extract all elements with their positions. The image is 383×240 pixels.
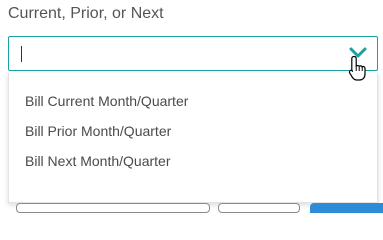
footer-button-primary[interactable]	[310, 203, 383, 213]
footer-button-tertiary[interactable]	[218, 203, 300, 213]
footer-button-secondary[interactable]	[16, 203, 210, 213]
option-bill-prior[interactable]: Bill Prior Month/Quarter	[25, 123, 171, 139]
field-label: Current, Prior, or Next	[8, 5, 164, 22]
text-caret	[21, 46, 22, 62]
hand-cursor-icon	[348, 55, 366, 81]
option-bill-next[interactable]: Bill Next Month/Quarter	[25, 153, 171, 169]
option-bill-current[interactable]: Bill Current Month/Quarter	[25, 93, 188, 109]
billing-period-select[interactable]	[8, 36, 378, 71]
dropdown-list: Bill Current Month/Quarter Bill Prior Mo…	[8, 73, 378, 203]
